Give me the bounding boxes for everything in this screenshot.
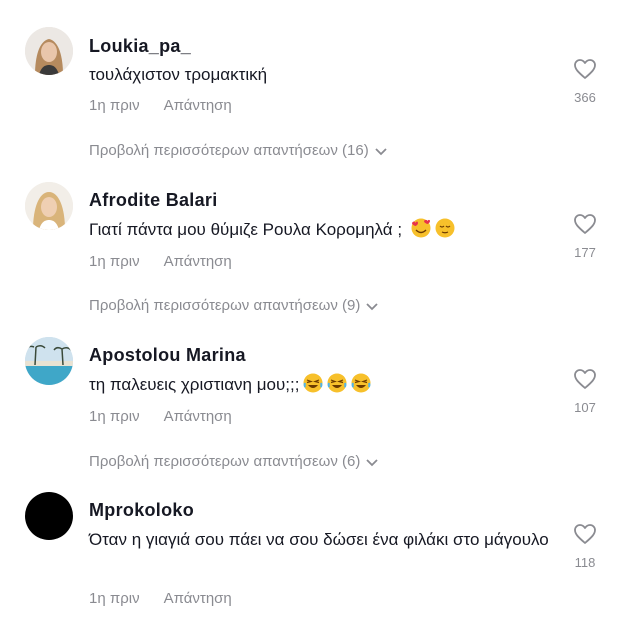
comment-time: 1η πριν [89, 590, 140, 607]
view-more-replies[interactable]: Προβολή περισσότερων απαντήσεων (16) [89, 142, 387, 160]
comment-author[interactable]: Afrodite Balari [89, 190, 218, 211]
chevron-down-icon [375, 143, 387, 160]
view-more-replies[interactable]: Προβολή περισσότερων απαντήσεων (6) [89, 453, 379, 471]
heart-outline-icon [574, 369, 596, 389]
view-more-replies-label: Προβολή περισσότερων απαντήσεων (16) [89, 142, 369, 159]
comment-time: 1η πριν [89, 253, 140, 270]
view-more-replies[interactable]: Προβολή περισσότερων απαντήσεων (9) [89, 297, 379, 315]
comment-time: 1η πριν [89, 408, 140, 425]
reply-button[interactable]: Απάντηση [164, 590, 232, 607]
comment-text: Όταν η γιαγιά σου πάει να σου δώσει ένα … [89, 530, 549, 549]
avatar[interactable] [25, 337, 73, 385]
like-count: 118 [574, 555, 596, 570]
comment-text: Γιατί πάντα μου θύμιζε Ρουλα Κορομηλά ; [89, 216, 549, 243]
comment-meta: 1η πριν Απάντηση [89, 253, 232, 270]
comment-text: τουλάχιστον τρομακτική [89, 65, 268, 84]
like-count: 177 [574, 245, 596, 260]
heart-outline-icon [574, 214, 596, 234]
reply-button[interactable]: Απάντηση [164, 253, 232, 270]
like-count: 107 [574, 400, 596, 415]
avatar-photo-icon [25, 27, 73, 75]
chevron-down-icon [366, 298, 379, 315]
tears-of-joy-emoji-icon [327, 373, 347, 393]
smiling-face-with-hearts-emoji-icon [411, 218, 431, 238]
view-more-replies-label: Προβολή περισσότερων απαντήσεων (6) [89, 453, 361, 470]
comment-meta: 1η πριν Απάντηση [89, 97, 232, 114]
like-button[interactable] [568, 368, 602, 390]
view-more-replies-label: Προβολή περισσότερων απαντήσεων (9) [89, 297, 361, 314]
like-button[interactable] [568, 523, 602, 545]
avatar-photo-icon [25, 182, 73, 230]
comment-time: 1η πριν [89, 97, 140, 114]
comment-author[interactable]: Loukia_pa_ [89, 36, 191, 57]
avatar[interactable] [25, 182, 73, 230]
heart-outline-icon [574, 524, 596, 544]
tears-of-joy-emoji-icon [303, 373, 323, 393]
comment-author[interactable]: Apostolou Marina [89, 345, 246, 366]
reply-button[interactable]: Απάντηση [164, 408, 232, 425]
tears-of-joy-emoji-icon [351, 373, 371, 393]
comment-author[interactable]: Mprokoloko [89, 500, 194, 521]
avatar-photo-icon [25, 337, 73, 385]
relieved-face-emoji-icon [435, 218, 455, 238]
heart-outline-icon [574, 59, 596, 79]
avatar[interactable] [25, 27, 73, 75]
like-count: 366 [574, 90, 596, 105]
comment-meta: 1η πριν Απάντηση [89, 590, 232, 607]
chevron-down-icon [366, 454, 379, 471]
like-button[interactable] [568, 58, 602, 80]
reply-button[interactable]: Απάντηση [164, 97, 232, 114]
comment-text-content: τη παλευεις χριστιανη μου;;; [89, 375, 300, 394]
comment-text: τη παλευεις χριστιανη μου;;; [89, 371, 549, 398]
comment-text-content: Γιατί πάντα μου θύμιζε Ρουλα Κορομηλά ; [89, 220, 407, 239]
comment-meta: 1η πριν Απάντηση [89, 408, 232, 425]
like-button[interactable] [568, 213, 602, 235]
avatar[interactable] [25, 492, 73, 540]
